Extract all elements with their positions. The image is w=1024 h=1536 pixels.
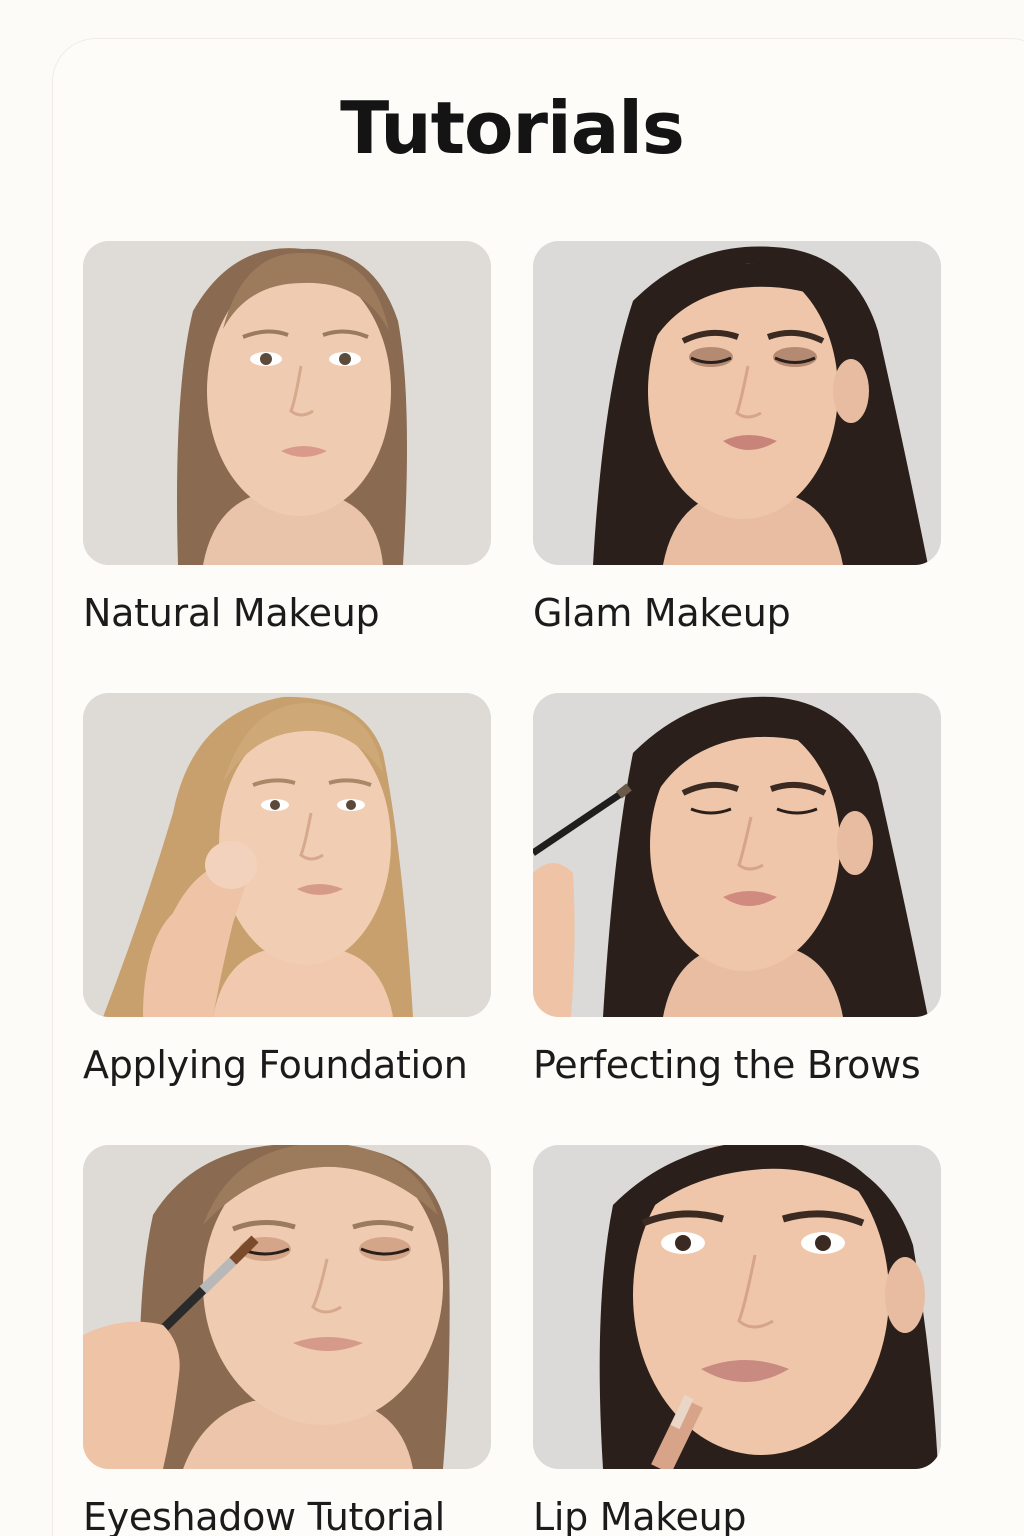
tutorials-screen: Tutorials Natural Makeup Glam Makeup App… <box>0 0 1024 1536</box>
portrait-foundation-sponge-image <box>83 693 491 1017</box>
tutorial-title[interactable]: Applying Foundation <box>83 1044 493 1087</box>
tutorial-title[interactable]: Glam Makeup <box>533 592 943 635</box>
tutorial-title[interactable]: Eyeshadow Tutorial <box>83 1496 493 1536</box>
portrait-eyeshadow-brush-image <box>83 1145 491 1469</box>
tutorial-card-perfecting-the-brows[interactable]: Perfecting the Brows <box>533 693 943 1087</box>
portrait-natural-makeup-image <box>83 241 491 565</box>
tutorial-thumbnail[interactable] <box>533 1145 941 1469</box>
tutorial-card-natural-makeup[interactable]: Natural Makeup <box>83 241 493 635</box>
tutorial-thumbnail[interactable] <box>83 241 491 565</box>
tutorial-thumbnail[interactable] <box>533 693 941 1017</box>
tutorial-card-lip-makeup[interactable]: Lip Makeup <box>533 1145 943 1536</box>
page-title: Tutorials <box>340 86 685 170</box>
portrait-lip-gloss-image <box>533 1145 941 1469</box>
tutorial-card-eyeshadow-tutorial[interactable]: Eyeshadow Tutorial <box>83 1145 493 1536</box>
tutorial-thumbnail[interactable] <box>83 1145 491 1469</box>
tutorial-thumbnail[interactable] <box>533 241 941 565</box>
tutorial-title[interactable]: Natural Makeup <box>83 592 493 635</box>
tutorial-title[interactable]: Perfecting the Brows <box>533 1044 943 1087</box>
portrait-glam-makeup-image <box>533 241 941 565</box>
portrait-brow-brush-image <box>533 693 941 1017</box>
tutorial-title[interactable]: Lip Makeup <box>533 1496 943 1536</box>
tutorial-thumbnail[interactable] <box>83 693 491 1017</box>
tutorial-card-glam-makeup[interactable]: Glam Makeup <box>533 241 943 635</box>
tutorial-card-applying-foundation[interactable]: Applying Foundation <box>83 693 493 1087</box>
